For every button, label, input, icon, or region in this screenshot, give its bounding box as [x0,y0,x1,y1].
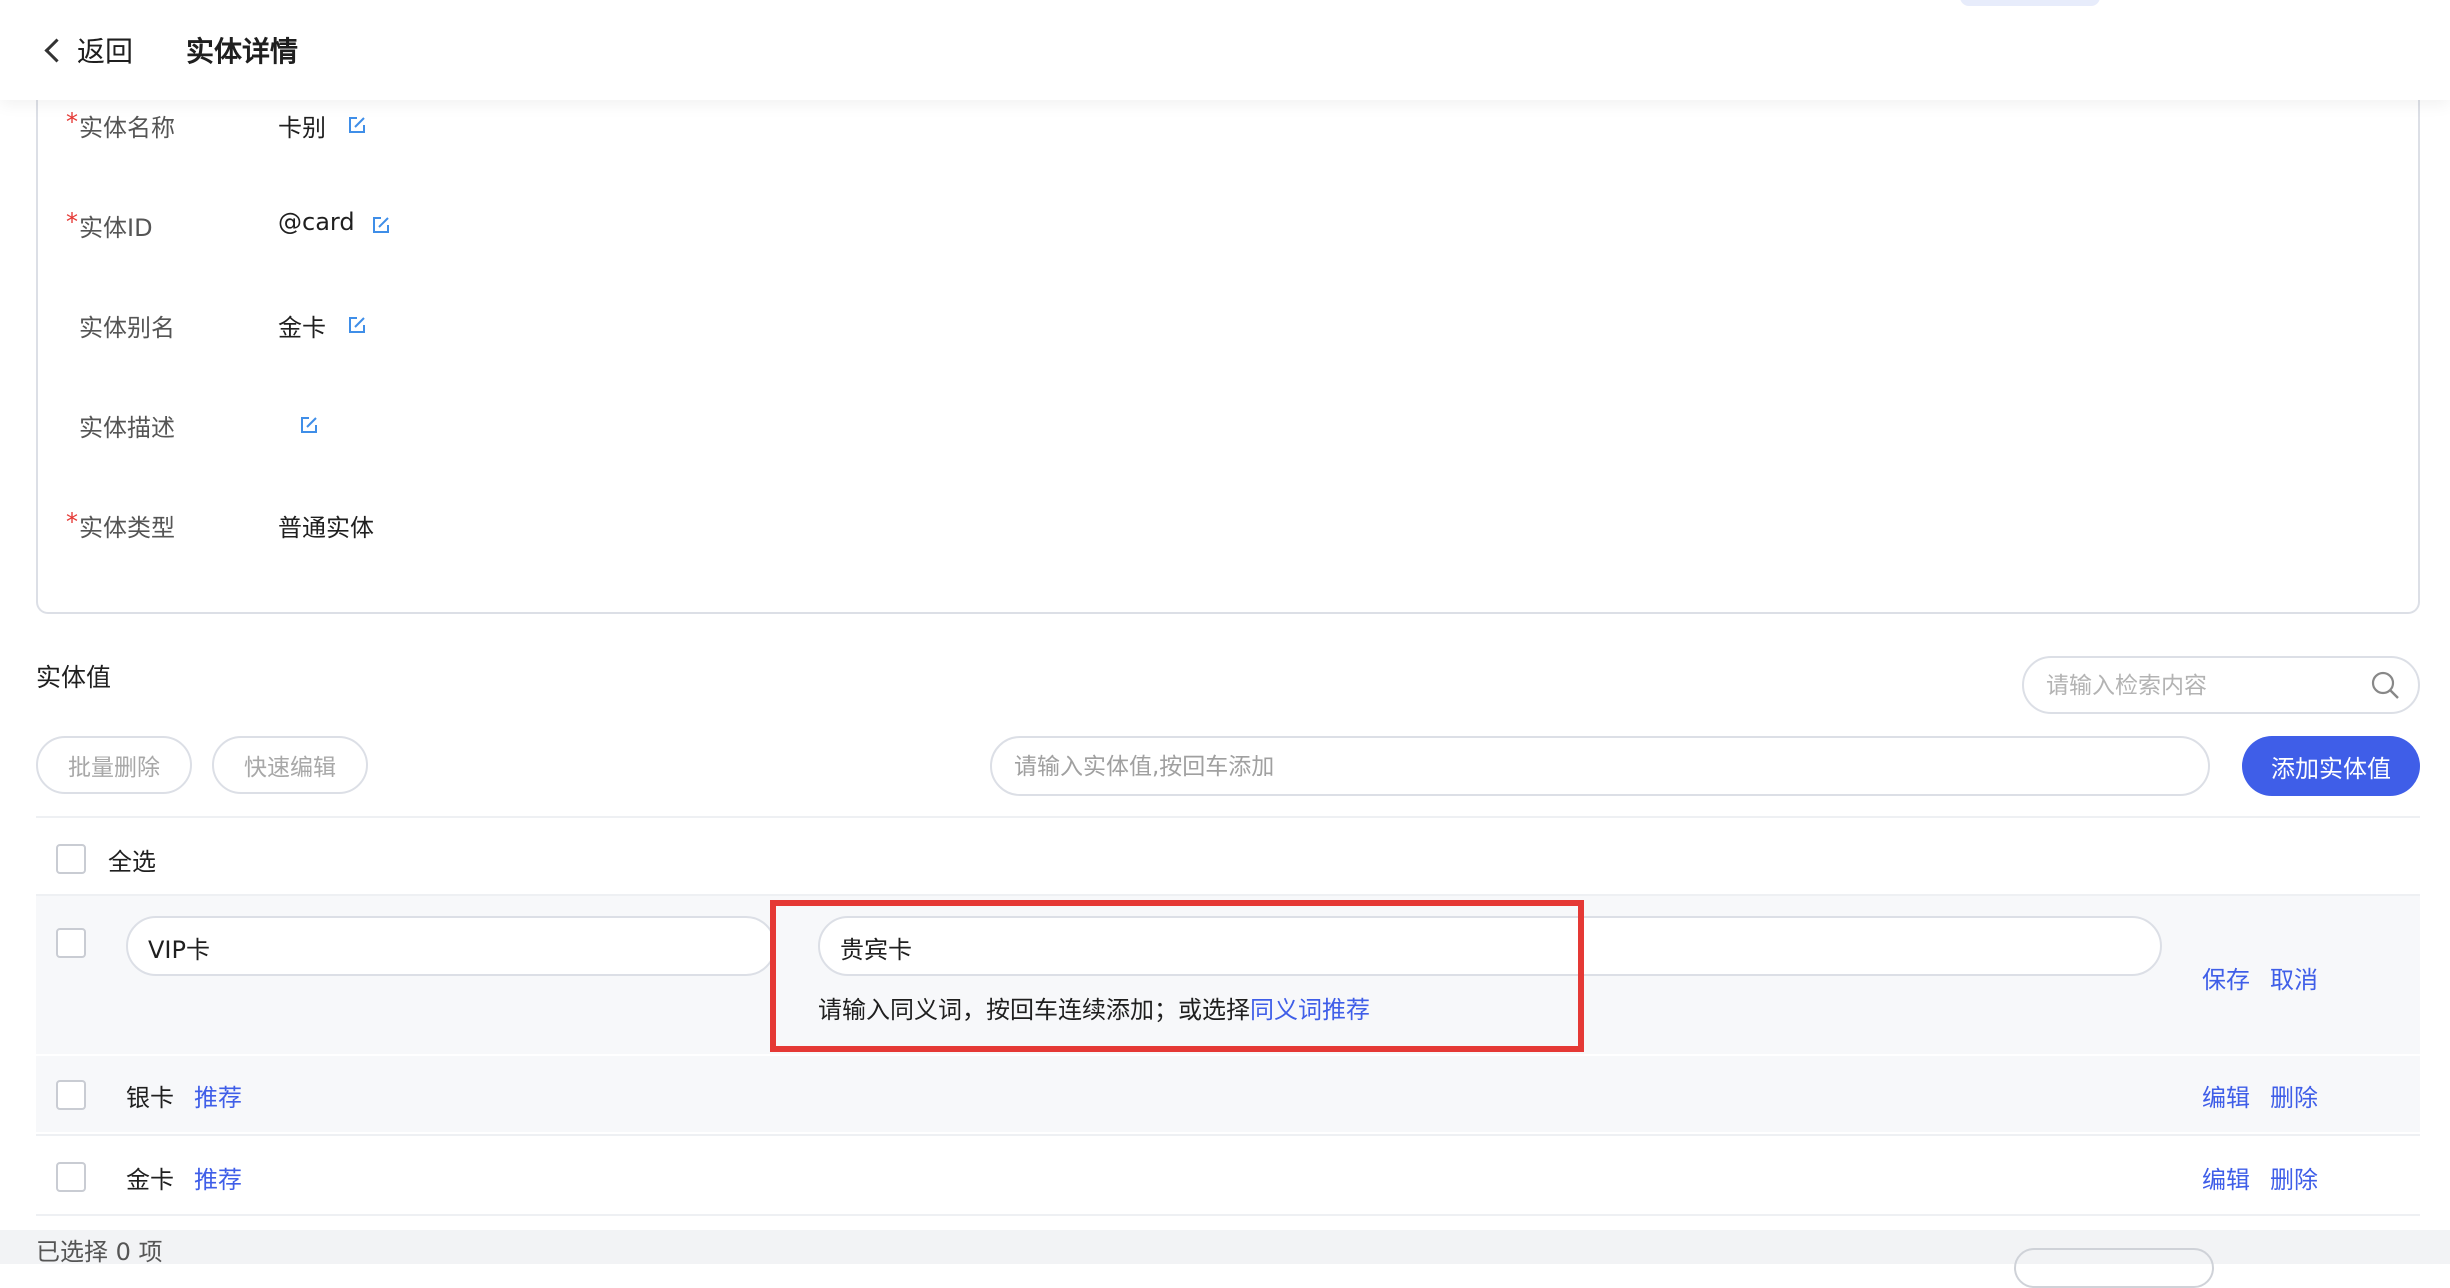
entity-desc-label: 实体描述 [79,414,175,442]
entity-type-value: 普通实体 [278,514,374,542]
entity-name-label: 实体名称 [79,114,175,142]
delete-button[interactable]: 删除 [2270,1160,2318,1195]
entity-alias-value: 金卡 [278,314,326,342]
page-size-select[interactable] [2014,1248,2214,1288]
entity-id-label: 实体ID [79,214,153,242]
highlight-box [770,900,1584,1052]
header-decoration [1960,0,2100,6]
search-input[interactable] [2024,658,2368,714]
entity-info-card [36,70,2420,614]
divider [36,816,2420,818]
delete-button[interactable]: 删除 [2270,1078,2318,1113]
entity-id-value: @card [278,208,355,236]
batch-delete-button[interactable]: 批量删除 [36,736,192,794]
value-input[interactable] [128,918,450,976]
edit-button[interactable]: 编辑 [2202,1160,2250,1195]
table-row [36,1056,2420,1132]
chevron-left-icon [44,37,69,63]
edit-icon[interactable] [372,216,390,234]
page-title: 实体详情 [186,35,299,68]
add-value-box [990,736,2210,796]
required-mark: * [66,508,78,536]
entity-type-label: 实体类型 [79,514,175,542]
entity-values-title: 实体值 [36,663,112,692]
value-input-box [126,916,776,976]
back-label: 返回 [77,35,134,68]
edit-button[interactable]: 编辑 [2202,1078,2250,1113]
divider [36,1214,2420,1216]
entity-alias-label: 实体别名 [79,314,175,342]
edit-icon[interactable] [300,416,318,434]
required-mark: * [66,108,78,136]
search-box [2022,656,2420,714]
quick-edit-button[interactable]: 快速编辑 [212,736,368,794]
row-checkbox[interactable] [56,1080,86,1110]
entity-name-value: 卡别 [278,114,326,142]
edit-icon[interactable] [348,316,366,334]
add-value-button[interactable]: 添加实体值 [2242,736,2420,796]
recommend-link[interactable]: 推荐 [194,1160,242,1195]
row-value: 银卡 [126,1084,174,1112]
select-all-label: 全选 [108,848,156,876]
select-all-checkbox[interactable] [56,844,86,874]
save-button[interactable]: 保存 [2202,960,2250,995]
edit-icon[interactable] [348,116,366,134]
row-checkbox[interactable] [56,1162,86,1192]
search-icon[interactable] [2370,670,2400,700]
row-checkbox[interactable] [56,928,86,958]
row-value: 金卡 [126,1166,174,1194]
back-button[interactable]: 返回 [36,26,133,74]
add-value-input[interactable] [992,738,2196,796]
page-header: 返回 实体详情 [0,0,2450,100]
required-mark: * [66,208,78,236]
divider [36,1134,2420,1136]
selected-count: 已选择 0 项 [36,1238,163,1266]
recommend-link[interactable]: 推荐 [194,1078,242,1113]
cancel-button[interactable]: 取消 [2270,960,2318,995]
